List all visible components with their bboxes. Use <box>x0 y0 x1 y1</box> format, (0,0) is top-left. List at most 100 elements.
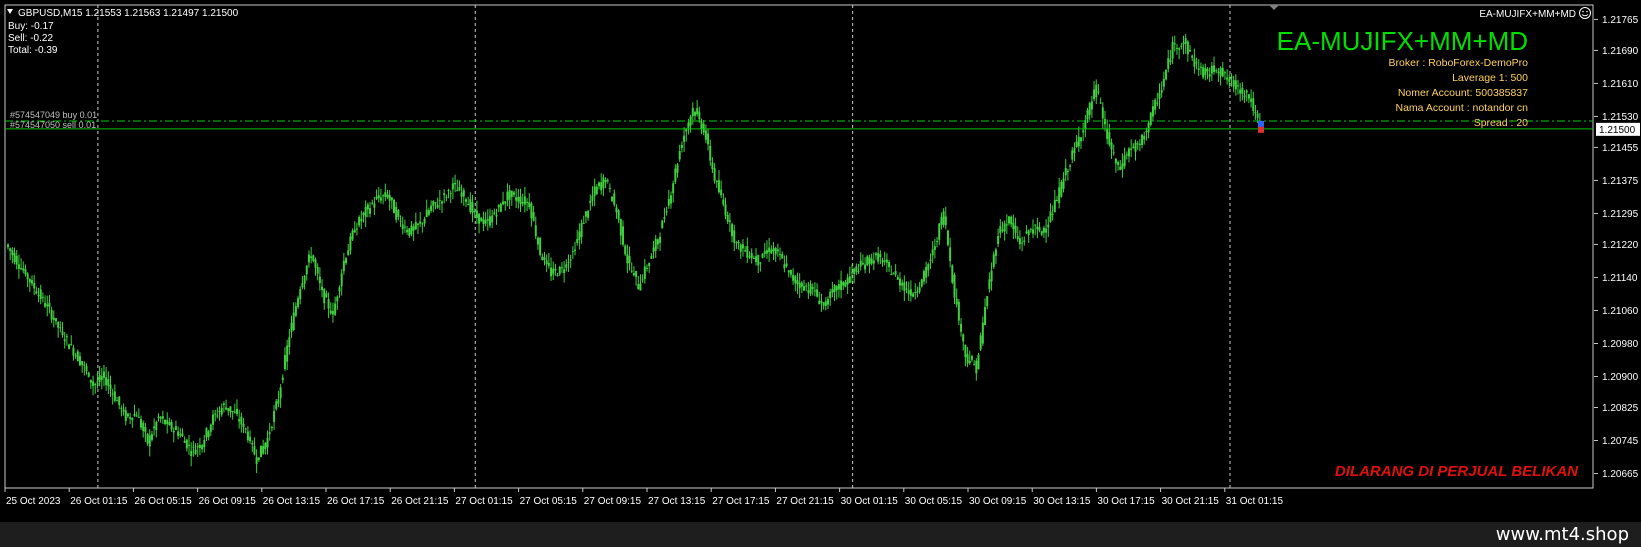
candle-body <box>255 457 258 465</box>
candle-body <box>185 439 188 449</box>
candle-body <box>48 302 51 307</box>
candle-body <box>1151 106 1154 117</box>
candle-body <box>1075 141 1078 148</box>
candle-body <box>1042 227 1045 233</box>
candle-body <box>532 212 535 221</box>
x-tick-label: 27 Oct 01:15 <box>455 496 513 507</box>
candle-body <box>781 254 784 259</box>
candle-body <box>776 249 779 252</box>
candle-body <box>582 223 585 225</box>
candle-body <box>231 410 234 412</box>
candle-body <box>1193 58 1196 67</box>
candle-body <box>1082 130 1085 133</box>
candle-body <box>700 121 703 129</box>
candle-body <box>707 133 710 145</box>
candle-body <box>1055 200 1058 202</box>
candle-body <box>877 253 880 262</box>
candle-body <box>336 296 339 302</box>
candle-body <box>212 414 215 425</box>
candle-body <box>1254 111 1257 114</box>
candle-body <box>345 258 348 264</box>
candle-body <box>883 260 886 262</box>
candle-body <box>728 220 731 222</box>
y-tick-label: 1.21765 <box>1602 15 1639 26</box>
candle-body <box>497 205 500 208</box>
candle-body <box>957 301 960 321</box>
candle-body <box>589 200 592 204</box>
candle-body <box>584 211 587 217</box>
candle-body <box>1215 70 1218 72</box>
candle-body <box>1053 199 1056 213</box>
candle-body <box>253 446 256 455</box>
candle-body <box>813 290 816 292</box>
candle-body <box>203 440 206 448</box>
candle-body <box>155 421 158 431</box>
candle-body <box>28 278 31 283</box>
candle-body <box>635 270 638 278</box>
candle-body <box>198 444 201 448</box>
candle-body <box>1018 238 1021 245</box>
candle-body <box>1112 152 1115 154</box>
candle-body <box>116 400 119 402</box>
candle-body <box>1045 228 1048 233</box>
candle-body <box>440 201 443 204</box>
candle-body <box>829 291 832 298</box>
candle-body <box>785 263 788 267</box>
candle-body <box>238 419 241 422</box>
chart-window[interactable]: #574547049 buy 0.01 #574547050 sell 0.01 … <box>0 0 1641 522</box>
candle-body <box>242 423 245 428</box>
candle-body <box>944 216 947 226</box>
candle-body <box>916 291 919 293</box>
candle-body <box>436 204 439 208</box>
candle-body <box>78 356 81 366</box>
price-chart[interactable]: #574547049 buy 0.01#574547050 sell 0.01 … <box>0 0 1641 522</box>
candle-body <box>1138 143 1141 145</box>
candle-body <box>741 244 744 249</box>
candle-body <box>840 280 843 291</box>
candle-body <box>844 282 847 287</box>
candle-body <box>340 273 343 287</box>
candle-body <box>430 205 433 211</box>
candle-body <box>1202 67 1205 78</box>
candle-body <box>159 417 162 419</box>
candle-body <box>1182 42 1185 45</box>
candle-body <box>859 260 862 267</box>
candle-body <box>220 407 223 415</box>
candle-body <box>517 196 520 202</box>
account-number: Nomer Account: 500385837 <box>1398 87 1528 99</box>
candle-body <box>630 270 633 272</box>
candle-body <box>386 194 389 198</box>
candle-body <box>50 309 53 320</box>
candle-body <box>1173 43 1176 45</box>
candle-body <box>1079 137 1082 142</box>
candle-body <box>164 419 167 424</box>
candle-body <box>519 196 522 204</box>
candle-body <box>855 266 858 272</box>
candle-body <box>107 379 110 386</box>
candle-body <box>443 193 446 196</box>
candle-body <box>1090 101 1093 110</box>
candle-body <box>569 259 572 261</box>
candle-body <box>460 192 463 197</box>
candle-body <box>1130 148 1133 150</box>
candle-body <box>715 181 718 183</box>
candle-body <box>294 306 297 316</box>
candle-body <box>331 311 334 315</box>
candle-body <box>89 379 92 383</box>
candle-body <box>349 236 352 251</box>
candle-body <box>656 239 659 245</box>
candle-body <box>375 196 378 199</box>
candle-body <box>353 229 356 233</box>
candle-body <box>421 223 424 225</box>
candle-body <box>478 213 481 224</box>
candle-body <box>807 290 810 293</box>
y-tick-label: 1.21455 <box>1602 143 1639 154</box>
account-name: Nama Account : notandor cn <box>1396 102 1529 114</box>
candle-body <box>495 214 498 217</box>
candle-body <box>92 381 95 387</box>
candle-body <box>1213 65 1216 72</box>
candle-body <box>369 208 372 214</box>
candle-body <box>970 356 973 360</box>
candle-body <box>661 220 664 229</box>
candle-body <box>1180 45 1183 47</box>
